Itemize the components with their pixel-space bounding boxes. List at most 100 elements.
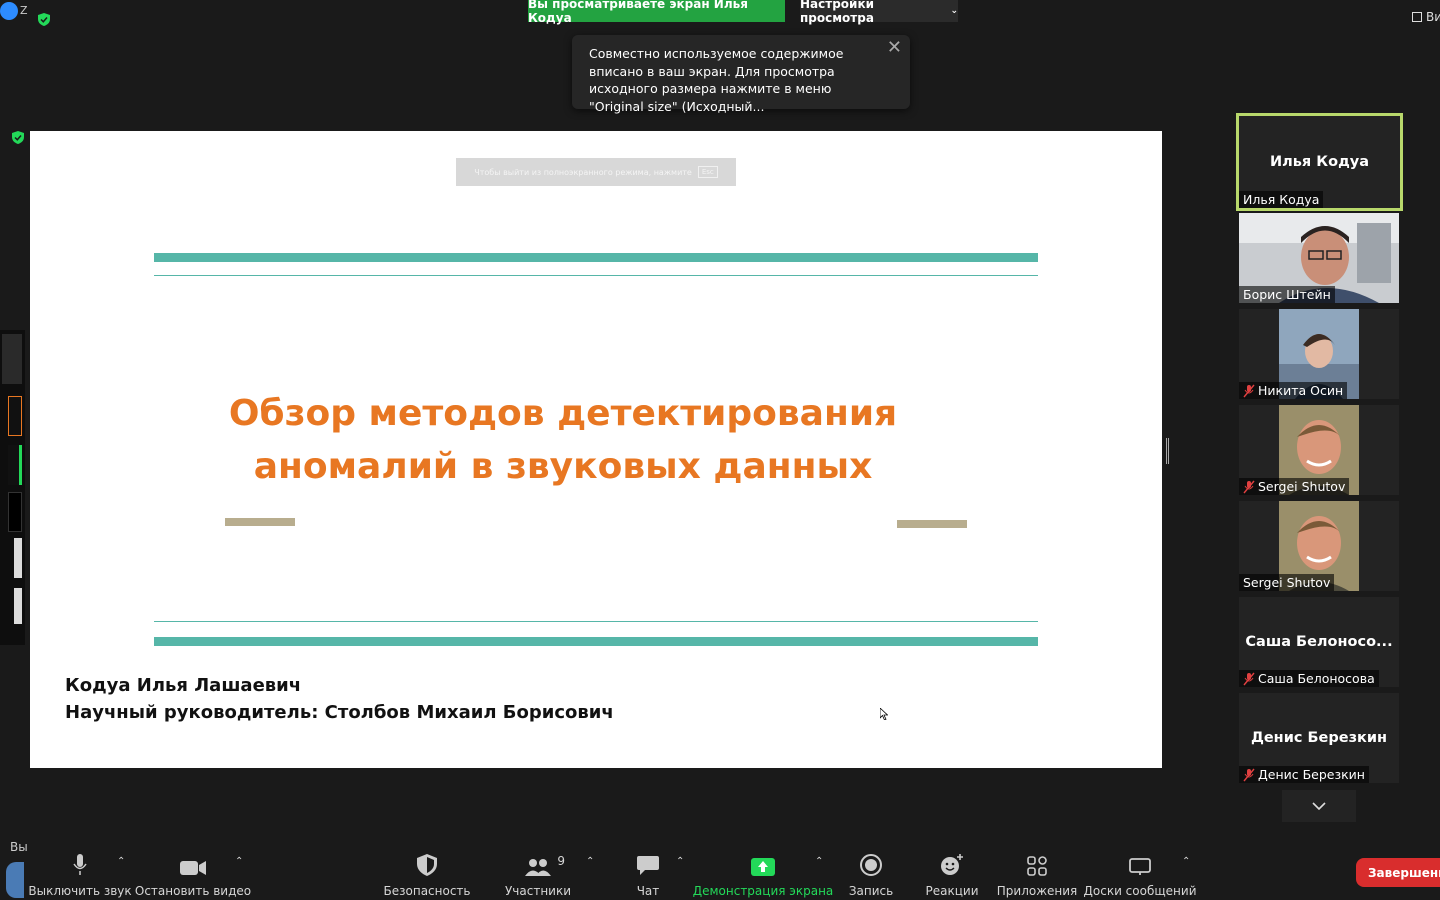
reactions-label: Реакции <box>925 884 979 898</box>
participant-tile-active[interactable]: Илья Кодуа Илья Кодуа <box>1236 113 1403 211</box>
taupe-accent-right <box>897 520 967 528</box>
whiteboards-options-caret[interactable]: ⌃ <box>1182 856 1190 867</box>
participant-name: Sergei Shutov <box>1243 575 1331 590</box>
slide-title-line2: аномалий в звуковых данных <box>253 446 873 487</box>
participant-label: Sergei Shutov <box>1239 574 1335 591</box>
participants-label: Участники <box>504 884 572 898</box>
participants-button[interactable]: 9 Участники <box>505 848 571 898</box>
top-right-label: Ви <box>1426 10 1440 24</box>
teal-line-top <box>154 275 1038 276</box>
participants-options-caret[interactable]: ⌃ <box>586 856 594 867</box>
chat-options-caret[interactable]: ⌃ <box>676 856 684 867</box>
taupe-accent-left <box>225 518 295 526</box>
mic-muted-icon <box>1243 384 1255 397</box>
apps-button[interactable]: Приложения <box>997 848 1077 898</box>
record-icon <box>860 854 882 876</box>
participant-tile[interactable]: Sergei Shutov <box>1239 501 1399 591</box>
whiteboard-icon <box>1129 858 1151 875</box>
apps-icon <box>1027 856 1047 876</box>
end-meeting-button[interactable]: Завершение <box>1356 858 1440 887</box>
share-screen-label: Демонстрация экрана <box>692 884 834 898</box>
esc-key-label: Esc <box>697 166 718 178</box>
mic-muted-icon <box>1243 672 1255 685</box>
mouse-cursor-icon <box>880 708 888 720</box>
left-thumbnail-strip <box>0 330 25 645</box>
security-label: Безопасность <box>383 884 471 898</box>
participant-name: Никита Осин <box>1258 383 1344 398</box>
view-options-label: Настройки просмотра <box>800 0 875 25</box>
participant-label: Никита Осин <box>1239 382 1348 399</box>
encryption-shield-icon[interactable] <box>38 13 50 26</box>
whiteboards-button[interactable]: Доски сообщений <box>1084 848 1197 898</box>
participant-name: Саша Белоносова <box>1258 671 1375 686</box>
participant-name: Илья Кодуа <box>1243 192 1320 207</box>
participants-icon <box>525 859 551 876</box>
security-shield-icon <box>417 854 437 876</box>
reactions-smiley-icon <box>941 854 963 875</box>
slide-title-line1: Обзор методов детектирования <box>228 393 898 434</box>
stop-video-label: Остановить видео <box>134 884 252 898</box>
participant-tile[interactable]: Саша Белоносо... Саша Белоносова <box>1239 597 1399 687</box>
participant-tile[interactable]: Sergei Shutov <box>1239 405 1399 495</box>
slide-supervisor: Научный руководитель: Столбов Михаил Бор… <box>65 702 614 723</box>
chat-button[interactable]: Чат <box>630 848 666 898</box>
participant-tile[interactable]: Борис Штейн <box>1239 213 1399 303</box>
exit-fullscreen-hint: Чтобы выйти из полноэкранного режима, на… <box>456 158 736 186</box>
toolbar-cut-label: Вы <box>10 840 28 854</box>
close-icon[interactable]: ✕ <box>887 39 902 57</box>
encryption-shield-icon-2[interactable] <box>12 131 24 144</box>
teal-line-bottom <box>154 621 1038 622</box>
participant-tile[interactable]: Денис Березкин Денис Березкин <box>1239 693 1399 783</box>
participant-label: Sergei Shutov <box>1239 478 1350 495</box>
mute-button[interactable]: Выключить звук <box>28 848 132 898</box>
chevron-down-icon <box>1312 802 1326 810</box>
gallery-view-icon <box>1412 12 1422 22</box>
participant-label: Денис Березкин <box>1239 766 1369 783</box>
reactions-button[interactable]: Реакции <box>925 848 979 898</box>
mute-label: Выключить звук <box>28 884 132 898</box>
participant-label: Илья Кодуа <box>1239 191 1324 208</box>
microphone-icon <box>73 854 87 875</box>
slide-author-block: Кодуа Илья Лашаевич Научный руководитель… <box>65 672 614 726</box>
thumbnail <box>8 492 22 532</box>
slide-title: Обзор методов детектирования аномалий в … <box>190 387 936 493</box>
security-button[interactable]: Безопасность <box>384 848 471 898</box>
stop-video-button[interactable]: Остановить видео <box>135 848 251 898</box>
video-camera-icon <box>180 861 206 875</box>
thumbnail <box>14 538 22 578</box>
viewing-screen-banner: Вы просматриваете экран Илья Кодуа <box>528 0 785 25</box>
teal-bar-bottom <box>154 637 1038 646</box>
participants-scroll-down-button[interactable] <box>1282 790 1356 822</box>
thumbnail <box>14 588 22 624</box>
top-right-view-button[interactable]: Ви <box>1412 10 1440 24</box>
teal-bar-top <box>154 253 1038 262</box>
chat-icon <box>637 856 659 875</box>
participant-name: Денис Березкин <box>1258 767 1365 782</box>
participant-name: Борис Штейн <box>1243 287 1331 302</box>
chevron-down-icon: ⌄ <box>950 6 958 16</box>
fit-to-window-tooltip: Совместно используемое содержимое вписан… <box>572 35 910 114</box>
participant-tile[interactable]: Никита Осин <box>1239 309 1399 399</box>
audio-options-caret[interactable]: ⌃ <box>117 856 125 867</box>
share-screen-button[interactable]: Демонстрация экрана <box>693 848 833 898</box>
view-options-button[interactable]: Настройки просмотра ⌄ <box>800 0 958 25</box>
zoom-logo-icon <box>0 2 18 20</box>
record-button[interactable]: Запись <box>849 848 893 898</box>
tooltip-text: Совместно используемое содержимое вписан… <box>589 46 844 114</box>
participants-count: 9 <box>557 854 565 868</box>
thumbnail <box>8 396 22 436</box>
panel-resize-handle[interactable] <box>1166 438 1169 464</box>
video-options-caret[interactable]: ⌃ <box>235 856 243 867</box>
meeting-toolbar: Вы Выключить звук ⌃ Остановить видео ⌃ Б… <box>0 836 1440 900</box>
taskbar-fragment <box>6 862 24 898</box>
shared-screen-slide: Чтобы выйти из полноэкранного режима, на… <box>30 131 1162 768</box>
share-options-caret[interactable]: ⌃ <box>815 856 823 867</box>
participant-label: Саша Белоносова <box>1239 670 1379 687</box>
chat-label: Чат <box>636 884 660 898</box>
esc-hint-text: Чтобы выйти из полноэкранного режима, на… <box>474 167 692 177</box>
thumbnail <box>2 334 22 384</box>
thumbnail <box>8 445 22 485</box>
mic-muted-icon <box>1243 480 1255 493</box>
mic-muted-icon <box>1243 768 1255 781</box>
window-title-fragment: Z <box>20 4 28 17</box>
